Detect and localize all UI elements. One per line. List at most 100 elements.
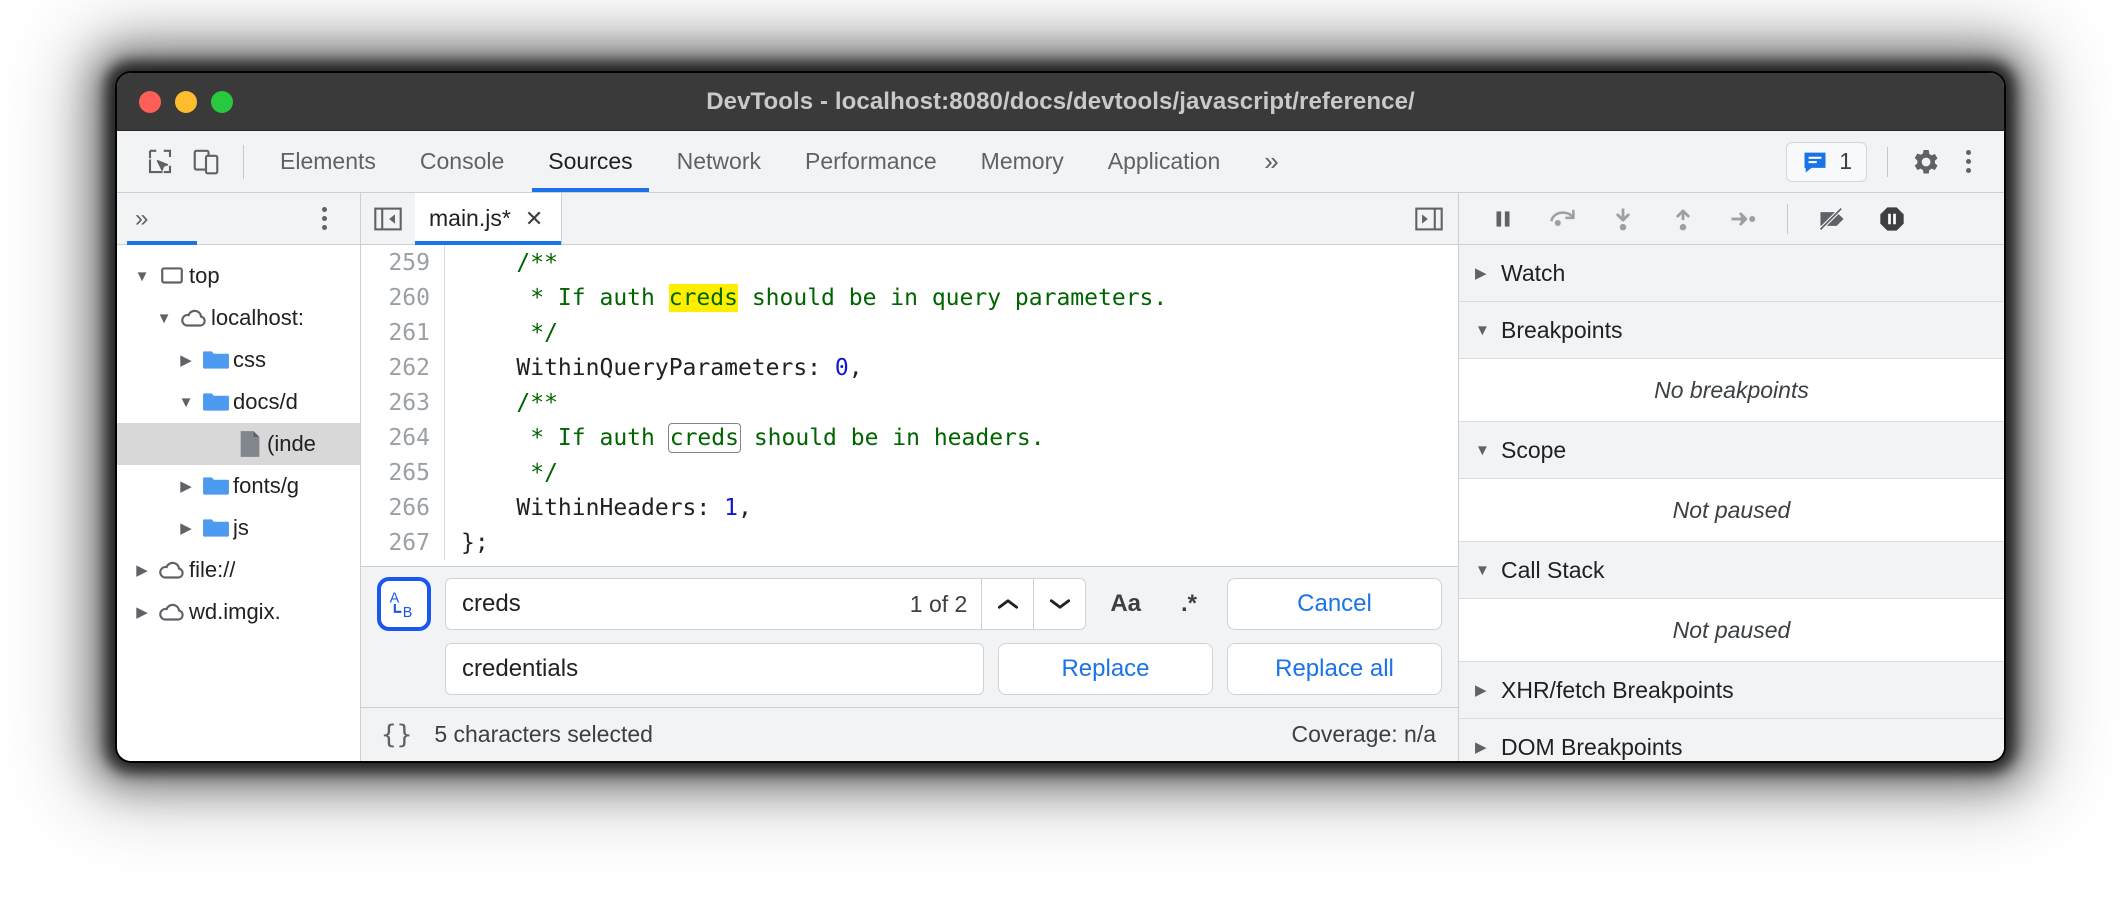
line-content: /**: [445, 390, 558, 416]
replace-mode-icon[interactable]: A B: [377, 577, 431, 631]
chevron-right-icon[interactable]: ▶: [129, 603, 155, 621]
debugger-section-xhr-breakpoints[interactable]: ▶ XHR/fetch Breakpoints: [1459, 662, 2004, 719]
line-content: */: [445, 460, 558, 486]
code-line: 267 };: [361, 525, 1458, 560]
line-content: /**: [445, 250, 558, 276]
navigator-pane: » ▼ top ▼: [117, 193, 361, 761]
tab-application[interactable]: Application: [1086, 131, 1243, 192]
step-into-icon[interactable]: [1595, 196, 1651, 242]
code-line: 265 */: [361, 455, 1458, 490]
tab-elements[interactable]: Elements: [258, 131, 398, 192]
section-label: Scope: [1501, 437, 1566, 464]
replace-button[interactable]: Replace: [998, 643, 1213, 695]
more-tabs-button[interactable]: »: [1242, 146, 1300, 177]
debugger-section-dom-breakpoints[interactable]: ▶ DOM Breakpoints: [1459, 719, 2004, 761]
chevron-down-icon[interactable]: ▼: [151, 310, 177, 327]
show-debugger-icon[interactable]: [1400, 206, 1458, 232]
message-count: 1: [1839, 148, 1852, 175]
navigator-kebab-menu-icon[interactable]: [304, 197, 344, 241]
tree-label: (inde: [267, 431, 316, 457]
chevron-right-icon: ▶: [1475, 264, 1489, 282]
chevron-down-icon[interactable]: [1033, 579, 1085, 629]
toolbar-divider: [243, 145, 244, 179]
code-line: 264 * If auth creds should be in headers…: [361, 420, 1458, 455]
tab-console[interactable]: Console: [398, 131, 526, 192]
chevron-right-icon[interactable]: ▶: [173, 477, 199, 495]
tab-performance[interactable]: Performance: [783, 131, 959, 192]
folder-icon: [199, 390, 233, 414]
tree-item-index[interactable]: ▶ (inde: [117, 423, 360, 465]
document-icon: [233, 430, 267, 458]
pretty-print-icon[interactable]: {}: [381, 720, 412, 750]
code-line: 260 * If auth creds should be in query p…: [361, 280, 1458, 315]
tree-item-localhost[interactable]: ▼ localhost:: [117, 297, 360, 339]
folder-icon: [199, 474, 233, 498]
show-navigator-icon[interactable]: [361, 206, 415, 232]
line-number: 259: [361, 245, 445, 280]
tab-memory[interactable]: Memory: [959, 131, 1086, 192]
tab-network[interactable]: Network: [655, 131, 783, 192]
code-number: 0: [835, 355, 849, 381]
tree-item-docs[interactable]: ▼ docs/d: [117, 381, 360, 423]
replace-input[interactable]: credentials: [445, 643, 984, 695]
close-icon[interactable]: ✕: [525, 208, 543, 230]
chevron-right-icon[interactable]: ▶: [129, 561, 155, 579]
chevron-right-icon[interactable]: ▶: [173, 519, 199, 537]
line-number: 265: [361, 455, 445, 490]
call-stack-empty-message: Not paused: [1459, 599, 2004, 662]
code-line: 263 /**: [361, 385, 1458, 420]
screenshot-root: DevTools - localhost:8080/docs/devtools/…: [0, 0, 2120, 906]
deactivate-breakpoints-icon[interactable]: [1804, 196, 1860, 242]
cloud-icon: [177, 306, 211, 330]
chevron-down-icon: ▼: [1475, 562, 1489, 579]
replace-input-value: credentials: [462, 655, 983, 683]
tree-item-fonts[interactable]: ▶ fonts/g: [117, 465, 360, 507]
device-toolbar-icon[interactable]: [183, 139, 229, 185]
code-editor[interactable]: 259 /** 260 * If auth creds should be in…: [361, 245, 1458, 566]
chevron-right-icon: ▶: [1475, 681, 1489, 699]
debugger-section-scope[interactable]: ▼ Scope: [1459, 422, 2004, 479]
tree-label: wd.imgix.: [189, 599, 281, 625]
line-number: 267: [361, 525, 445, 560]
pause-resume-icon[interactable]: [1475, 196, 1531, 242]
debugger-section-call-stack[interactable]: ▼ Call Stack: [1459, 542, 2004, 599]
match-count: 1 of 2: [910, 591, 982, 618]
code-line: 266 WithinHeaders: 1,: [361, 490, 1458, 525]
editor-tab-label: main.js*: [429, 205, 511, 232]
tree-item-css[interactable]: ▶ css: [117, 339, 360, 381]
chevron-right-icon[interactable]: ▶: [173, 351, 199, 369]
chevron-down-icon[interactable]: ▼: [129, 268, 155, 285]
debugger-section-watch[interactable]: ▶ Watch: [1459, 245, 2004, 302]
tree-item-js[interactable]: ▶ js: [117, 507, 360, 549]
section-label: XHR/fetch Breakpoints: [1501, 677, 1734, 704]
cancel-button[interactable]: Cancel: [1227, 578, 1442, 630]
step-out-icon[interactable]: [1655, 196, 1711, 242]
navigator-more-button[interactable]: »: [135, 207, 148, 231]
match-case-button[interactable]: Aa: [1100, 581, 1151, 627]
replace-all-button[interactable]: Replace all: [1227, 643, 1442, 695]
tree-item-wd-imgix[interactable]: ▶ wd.imgix.: [117, 591, 360, 633]
debugger-toolbar: [1459, 193, 2004, 245]
search-input[interactable]: creds 1 of 2: [445, 578, 1086, 630]
line-number: 266: [361, 490, 445, 525]
chevron-down-icon[interactable]: ▼: [173, 394, 199, 411]
step-icon[interactable]: [1715, 196, 1771, 242]
inspect-element-icon[interactable]: [137, 139, 183, 185]
tree-item-top[interactable]: ▼ top: [117, 255, 360, 297]
console-messages-badge[interactable]: 1: [1786, 142, 1867, 182]
debugger-section-breakpoints[interactable]: ▼ Breakpoints: [1459, 302, 2004, 359]
tab-sources[interactable]: Sources: [526, 131, 654, 192]
code-text: WithinQueryParameters:: [461, 355, 835, 381]
editor-status-bar: {} 5 characters selected Coverage: n/a: [361, 707, 1458, 761]
editor-tab-main-js[interactable]: main.js* ✕: [415, 193, 562, 244]
pause-on-exceptions-icon[interactable]: [1864, 196, 1920, 242]
regex-button[interactable]: .*: [1165, 581, 1213, 627]
replace-row: credentials Replace Replace all: [377, 643, 1442, 695]
tree-label: css: [233, 347, 266, 373]
chevron-up-icon[interactable]: [981, 579, 1033, 629]
gear-icon[interactable]: [1902, 139, 1948, 185]
step-over-icon[interactable]: [1535, 196, 1591, 242]
kebab-menu-icon[interactable]: [1948, 140, 1988, 184]
tree-item-file-protocol[interactable]: ▶ file://: [117, 549, 360, 591]
search-input-value: creds: [462, 590, 910, 618]
